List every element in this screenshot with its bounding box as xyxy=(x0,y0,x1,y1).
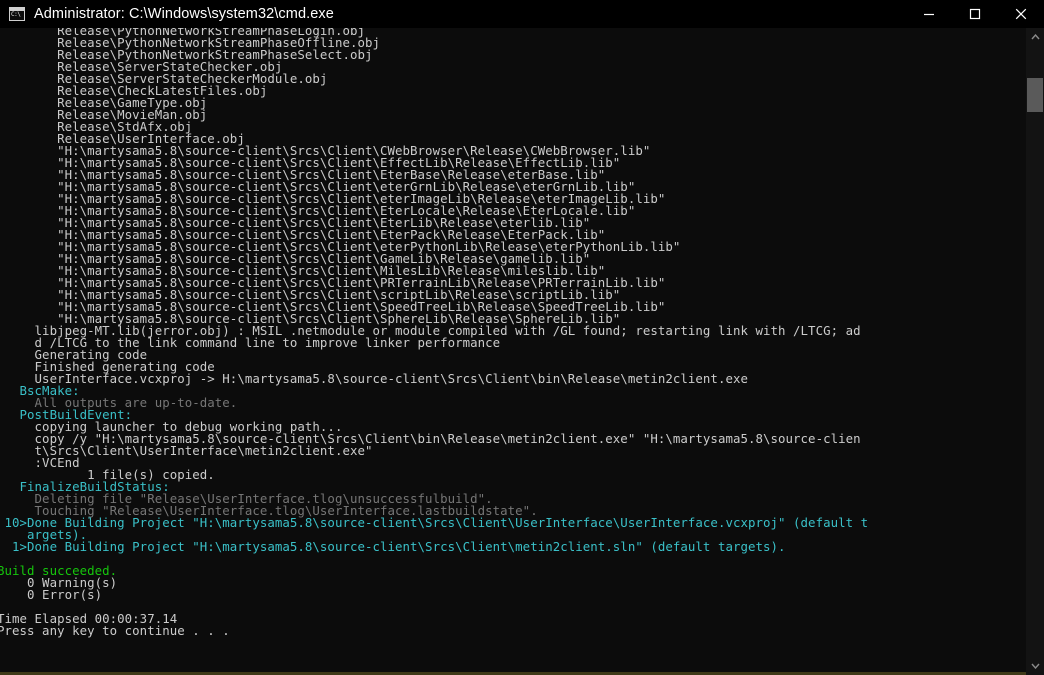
window-title: Administrator: C:\Windows\system32\cmd.e… xyxy=(34,6,334,22)
console-line: Press any key to continue . . . xyxy=(0,623,230,638)
chevron-up-icon xyxy=(1030,34,1040,40)
console-line: 0 Error(s) xyxy=(0,587,103,602)
maximize-button[interactable] xyxy=(952,0,998,28)
chevron-down-icon xyxy=(1030,663,1040,669)
console-line: d /LTCG to the link command line to impr… xyxy=(0,335,501,350)
console-line: All outputs are up-to-date. xyxy=(0,395,238,410)
minimize-icon xyxy=(924,13,934,16)
scroll-up-button[interactable] xyxy=(1026,28,1044,46)
cmd-console-icon-glyph: C:\ xyxy=(11,11,21,18)
console-line: UserInterface.vcxproj -> H:\martysama5.8… xyxy=(0,371,748,386)
console-line: 10>Done Building Project "H:\martysama5.… xyxy=(0,515,869,530)
window-title-bar[interactable]: C:\ Administrator: C:\Windows\system32\c… xyxy=(0,0,1044,28)
console-line: Build succeeded. xyxy=(0,563,118,578)
console-line: 1>Done Building Project "H:\martysama5.8… xyxy=(0,539,786,554)
maximize-icon xyxy=(969,8,981,20)
vertical-scrollbar-track[interactable] xyxy=(1026,46,1044,657)
console-text-buffer: Release\PythonNetworkStreamPhaseLogin.ob… xyxy=(0,28,1026,637)
cmd-console-icon: C:\ xyxy=(9,7,25,21)
scroll-down-button[interactable] xyxy=(1026,657,1044,675)
console-output-area[interactable]: Release\PythonNetworkStreamPhaseLogin.ob… xyxy=(0,28,1026,675)
vertical-scrollbar-thumb[interactable] xyxy=(1027,78,1043,112)
close-button[interactable] xyxy=(998,0,1044,28)
vertical-scrollbar[interactable] xyxy=(1026,28,1044,675)
close-icon xyxy=(1015,8,1027,20)
console-line: t\Srcs\Client\UserInterface\metin2client… xyxy=(0,443,373,458)
minimize-button[interactable] xyxy=(906,0,952,28)
console-line: 0 Warning(s) xyxy=(0,575,118,590)
